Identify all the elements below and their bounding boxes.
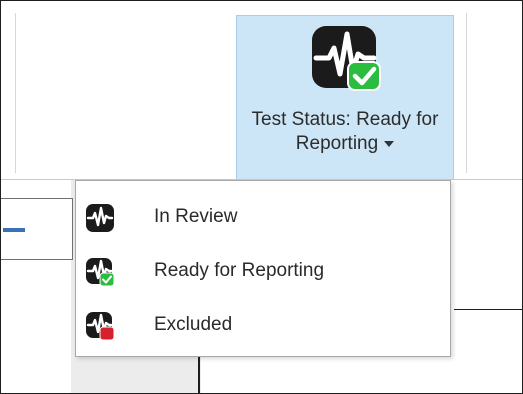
menu-item-label: Ready for Reporting bbox=[154, 260, 325, 281]
menu-item-label: Excluded bbox=[154, 314, 233, 335]
waveform-excluded-icon bbox=[86, 312, 115, 341]
menu-item-in-review[interactable]: In Review bbox=[76, 189, 450, 243]
ribbon-toolbar: Test Status: Ready for Reporting bbox=[1, 1, 522, 180]
app-window: Test Status: Ready for Reporting In Revi… bbox=[0, 0, 523, 394]
field-marker bbox=[3, 228, 25, 232]
test-status-button[interactable]: Test Status: Ready for Reporting bbox=[236, 15, 454, 179]
divider-line bbox=[454, 309, 522, 310]
chevron-down-icon bbox=[384, 140, 395, 147]
ribbon-separator bbox=[15, 13, 16, 173]
menu-item-ready-for-reporting[interactable]: Ready for Reporting bbox=[76, 243, 450, 297]
waveform-icon bbox=[86, 204, 114, 232]
menu-item-excluded[interactable]: Excluded bbox=[76, 297, 450, 351]
test-status-menu: In Review Ready for Reporting Excluded bbox=[75, 180, 451, 357]
waveform-check-icon bbox=[312, 26, 381, 91]
menu-item-label: In Review bbox=[154, 206, 238, 227]
test-status-label: Test Status: Ready for Reporting bbox=[251, 109, 439, 154]
ribbon-separator bbox=[466, 13, 467, 173]
waveform-check-icon bbox=[86, 258, 115, 287]
